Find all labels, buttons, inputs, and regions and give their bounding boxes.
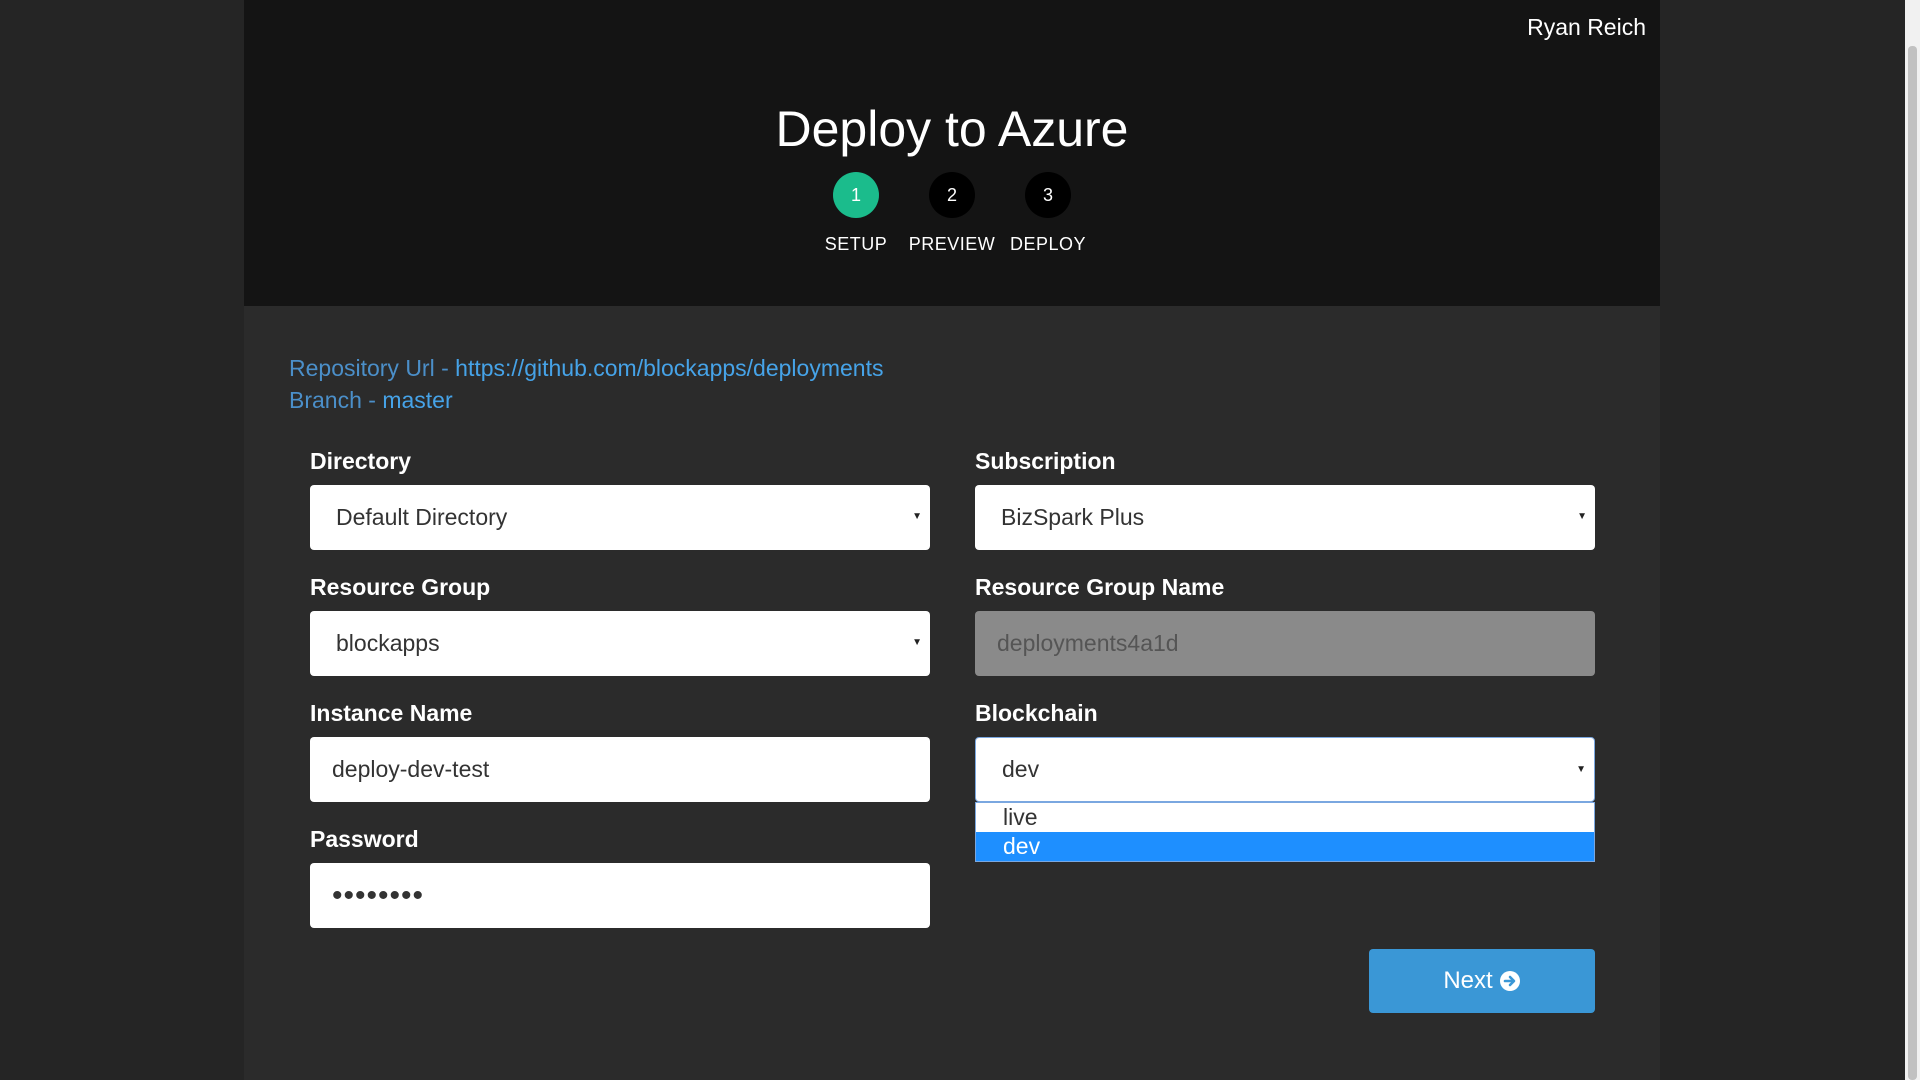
directory-select[interactable]: Default Directory ▼ <box>310 485 930 550</box>
resource-group-value: blockapps <box>336 630 440 656</box>
resource-group-name-field: Resource Group Name deployments4a1d <box>975 573 1595 676</box>
page-container: Ryan Reich Deploy to Azure 1 SETUP 2 PRE… <box>244 0 1660 1080</box>
page-title: Deploy to Azure <box>775 101 1129 157</box>
subscription-select[interactable]: BizSpark Plus ▼ <box>975 485 1595 550</box>
directory-value: Default Directory <box>336 504 508 530</box>
blockchain-value: dev <box>1002 756 1040 782</box>
instance-name-label: Instance Name <box>310 700 473 726</box>
blockchain-label: Blockchain <box>975 700 1098 726</box>
blockchain-option-live[interactable]: live <box>976 803 1594 832</box>
header: Ryan Reich Deploy to Azure 1 SETUP 2 PRE… <box>244 0 1660 306</box>
resource-group-field: Resource Group blockapps ▼ <box>310 573 930 676</box>
directory-label: Directory <box>310 448 411 474</box>
stepper: 1 SETUP 2 PREVIEW 3 DEPLOY <box>244 172 1660 255</box>
instance-name-input[interactable]: deploy-dev-test <box>310 737 930 802</box>
branch-link[interactable]: master <box>382 387 452 413</box>
repo-url-link[interactable]: https://github.com/blockapps/deployments <box>455 355 883 381</box>
caret-down-icon: ▼ <box>1577 511 1587 522</box>
instance-name-field: Instance Name deploy-dev-test <box>310 699 930 802</box>
branch-label: Branch - <box>289 387 383 413</box>
step-number: 2 <box>929 172 975 218</box>
scrollbar-thumb[interactable] <box>1908 46 1917 1080</box>
step-setup: 1 SETUP <box>817 172 895 255</box>
step-number: 1 <box>833 172 879 218</box>
step-deploy: 3 DEPLOY <box>1009 172 1087 255</box>
repo-info: Repository Url - https://github.com/bloc… <box>289 352 883 416</box>
repo-url-label: Repository Url - <box>289 355 456 381</box>
step-label: SETUP <box>824 234 888 254</box>
next-label: Next <box>1443 967 1493 994</box>
resource-group-name-label: Resource Group Name <box>975 574 1225 600</box>
resource-group-label: Resource Group <box>310 574 491 600</box>
resource-group-name-input: deployments4a1d <box>975 611 1595 676</box>
blockchain-options: live dev <box>975 802 1595 862</box>
resource-group-name-value: deployments4a1d <box>997 630 1179 656</box>
scrollbar[interactable] <box>1905 0 1920 1080</box>
branch-line: Branch - master <box>289 384 883 416</box>
password-field: Password •••••••• <box>310 825 930 928</box>
password-value: •••••••• <box>332 878 425 912</box>
blockchain-select[interactable]: dev ▼ <box>975 737 1595 802</box>
next-button[interactable]: Next <box>1369 949 1595 1013</box>
user-name[interactable]: Ryan Reich <box>1527 14 1646 41</box>
caret-down-icon: ▼ <box>912 511 922 522</box>
caret-down-icon: ▼ <box>1576 764 1586 775</box>
repo-url-line: Repository Url - https://github.com/bloc… <box>289 352 883 384</box>
resource-group-select[interactable]: blockapps ▼ <box>310 611 930 676</box>
subscription-field: Subscription BizSpark Plus ▼ <box>975 447 1595 550</box>
step-preview: 2 PREVIEW <box>909 172 995 255</box>
blockchain-option-dev[interactable]: dev <box>976 832 1594 861</box>
password-input[interactable]: •••••••• <box>310 863 930 928</box>
password-label: Password <box>310 826 419 852</box>
directory-field: Directory Default Directory ▼ <box>310 447 930 550</box>
blockchain-field: Blockchain dev ▼ <box>975 699 1595 802</box>
instance-name-value: deploy-dev-test <box>332 756 490 782</box>
arrow-right-circle-icon <box>1499 970 1521 992</box>
step-label: DEPLOY <box>1009 234 1087 254</box>
subscription-label: Subscription <box>975 448 1116 474</box>
step-number: 3 <box>1025 172 1071 218</box>
caret-down-icon: ▼ <box>912 637 922 648</box>
step-label: PREVIEW <box>908 234 996 254</box>
subscription-value: BizSpark Plus <box>1001 504 1145 530</box>
